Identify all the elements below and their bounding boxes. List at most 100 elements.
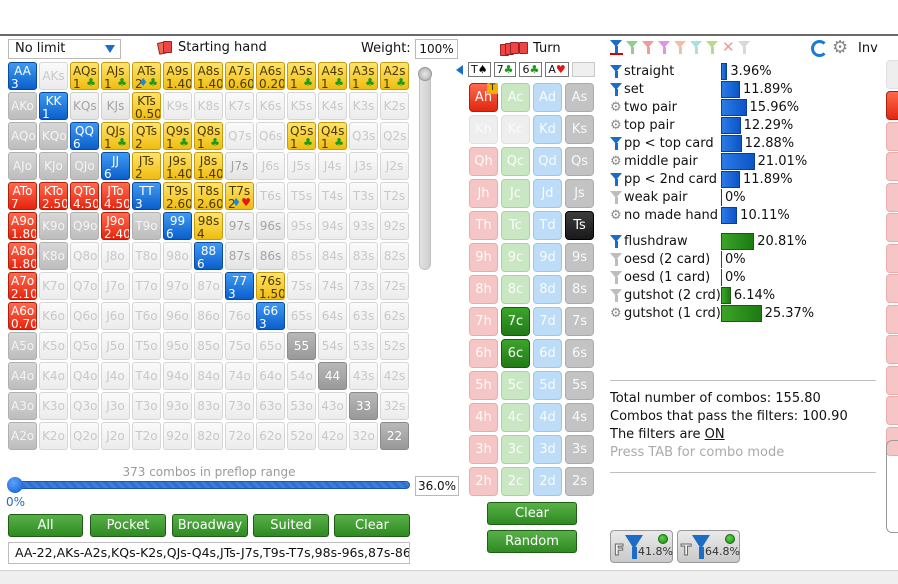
hand-cell[interactable]: J5s [287,152,316,180]
board-card-empty-slot[interactable] [571,62,595,77]
stat-row[interactable]: ⚙ top pair 12.29% [610,116,793,134]
filter-funnel-icon[interactable] [610,190,623,204]
deck-card-Th[interactable]: Th [469,211,498,240]
hand-cell[interactable]: KTo 2.50 [39,182,68,210]
gear-icon[interactable]: ⚙ [610,101,623,114]
hand-cell[interactable]: QTs 2 [132,122,161,150]
hand-cell[interactable]: T4o [132,362,161,390]
hand-cell[interactable]: K2o [39,422,68,450]
hand-cell[interactable]: 83o [194,392,223,420]
hand-cell[interactable]: Q8o [70,242,99,270]
hand-cell[interactable]: 65o [256,332,285,360]
hand-cell[interactable]: Q2o [70,422,99,450]
clipped-card[interactable] [886,213,898,242]
hand-cell[interactable]: KJs [101,92,130,120]
deck-card-4d[interactable]: 4d [533,403,562,432]
deck-card-9d[interactable]: 9d [533,243,562,272]
hand-cell[interactable]: 97o [163,272,192,300]
hand-cell[interactable]: J7s [225,152,254,180]
board-card[interactable]: 7♣ [493,62,517,77]
hand-cell[interactable]: T7s 2 ♦♥ [225,182,254,210]
hand-cell[interactable]: 86s [256,242,285,270]
deck-card-5s[interactable]: 5s [565,371,594,400]
deck-card-As[interactable]: As [565,83,594,112]
hand-cell[interactable]: J8s 1.40 [194,152,223,180]
deck-card-6s[interactable]: 6s [565,339,594,368]
flop-filter-button[interactable]: F 41.8% [610,530,673,563]
hand-cell[interactable]: Q6s [256,122,285,150]
deck-card-8d[interactable]: 8d [533,275,562,304]
hand-cell[interactable]: K4o [39,362,68,390]
game-type-select[interactable]: No limit [8,39,121,59]
range-slider-handle[interactable] [7,477,23,493]
invert-toggle[interactable]: Inv [858,41,878,56]
gear-icon[interactable]: ⚙ [610,209,623,222]
deck-card-Tc[interactable]: Tc [501,211,530,240]
hand-cell[interactable]: 75o [225,332,254,360]
hand-cell[interactable]: KTs 0.50 [132,92,161,120]
hand-cell[interactable]: 66 3 [256,302,285,330]
hand-cell[interactable]: 82o [194,422,223,450]
hand-cell[interactable]: Q2s [380,122,409,150]
hand-cell[interactable]: Q8s 1 ♣ [194,122,223,150]
hand-cell[interactable]: A5o [8,332,37,360]
deck-card-4s[interactable]: 4s [565,403,594,432]
clipped-card[interactable] [886,365,898,395]
hand-cell[interactable]: T2o [132,422,161,450]
hand-cell[interactable]: AKs [39,62,68,90]
board-card[interactable]: A♥ [545,62,569,77]
hand-cell[interactable]: Q6o [70,302,99,330]
deck-card-9h[interactable]: 9h [469,243,498,272]
hand-cell[interactable]: 53o [287,392,316,420]
hand-cell[interactable]: JTs 2 [132,152,161,180]
deck-card-8h[interactable]: 8h [469,275,498,304]
board-card[interactable]: 6♣ [519,62,543,77]
deck-card-Qs[interactable]: Qs [565,147,594,176]
hand-cell[interactable]: 52o [287,422,316,450]
hand-cell[interactable]: Q9s 1 ♣ [163,122,192,150]
deck-card-5h[interactable]: 5h [469,371,498,400]
hand-cell[interactable]: A3s 1 ♣ [349,62,378,90]
stat-row[interactable]: pp < top card 12.88% [610,134,794,152]
deck-card-Ac[interactable]: Ac [501,83,530,112]
hand-cell[interactable]: A9o 1.80 [8,212,37,240]
hand-cell[interactable]: J3o [101,392,130,420]
filter-funnel-icon[interactable] [626,41,639,54]
deck-card-3d[interactable]: 3d [533,435,562,464]
hand-cell[interactable]: T6s [256,182,285,210]
hand-cell[interactable]: 76s 1.50 [256,272,285,300]
hand-cell[interactable]: 83s [349,242,378,270]
deck-card-2c[interactable]: 2c [501,467,530,496]
hand-cell[interactable]: 22 [380,422,409,450]
deck-card-Js[interactable]: Js [565,179,594,208]
hand-cell[interactable]: T5o [132,332,161,360]
starting-hand-button[interactable]: Starting hand [156,40,267,55]
stat-row[interactable]: flushdraw 20.81% [610,232,807,250]
hand-cell[interactable]: QQ 6 [70,122,99,150]
hand-cell[interactable]: JJ 6 [101,152,130,180]
hand-cell[interactable]: 85o [194,332,223,360]
deck-card-Td[interactable]: Td [533,211,562,240]
hand-cell[interactable]: A9s 1.40 [163,62,192,90]
deck-card-Ts[interactable]: Ts [565,211,594,240]
broadway-button[interactable]: Broadway [172,514,248,537]
hand-cell[interactable]: 77 3 [225,272,254,300]
hand-cell[interactable]: T3o [132,392,161,420]
hand-cell[interactable]: K6o [39,302,68,330]
hand-cell[interactable]: Q5s 1 ♣ [287,122,316,150]
hand-cell[interactable]: 73o [225,392,254,420]
filter-funnel-icon[interactable] [706,41,719,54]
hand-cell[interactable]: 64o [256,362,285,390]
hand-cell[interactable]: K6s [256,92,285,120]
filter-funnel-icon[interactable] [690,41,703,54]
stat-row[interactable]: oesd (2 card) 0% [610,250,746,268]
deck-card-3s[interactable]: 3s [565,435,594,464]
settings-gear-icon[interactable]: ⚙ [832,37,848,58]
hand-cell[interactable]: J2o [101,422,130,450]
hand-cell[interactable]: J8o [101,242,130,270]
deck-card-4c[interactable]: 4c [501,403,530,432]
stat-row[interactable]: ⚙ gutshot (1 crd) 25.37% [610,304,814,322]
hand-cell[interactable]: AQs 1 ♣ [70,62,99,90]
hand-cell[interactable]: 53s [349,332,378,360]
hand-cell[interactable]: 62o [256,422,285,450]
